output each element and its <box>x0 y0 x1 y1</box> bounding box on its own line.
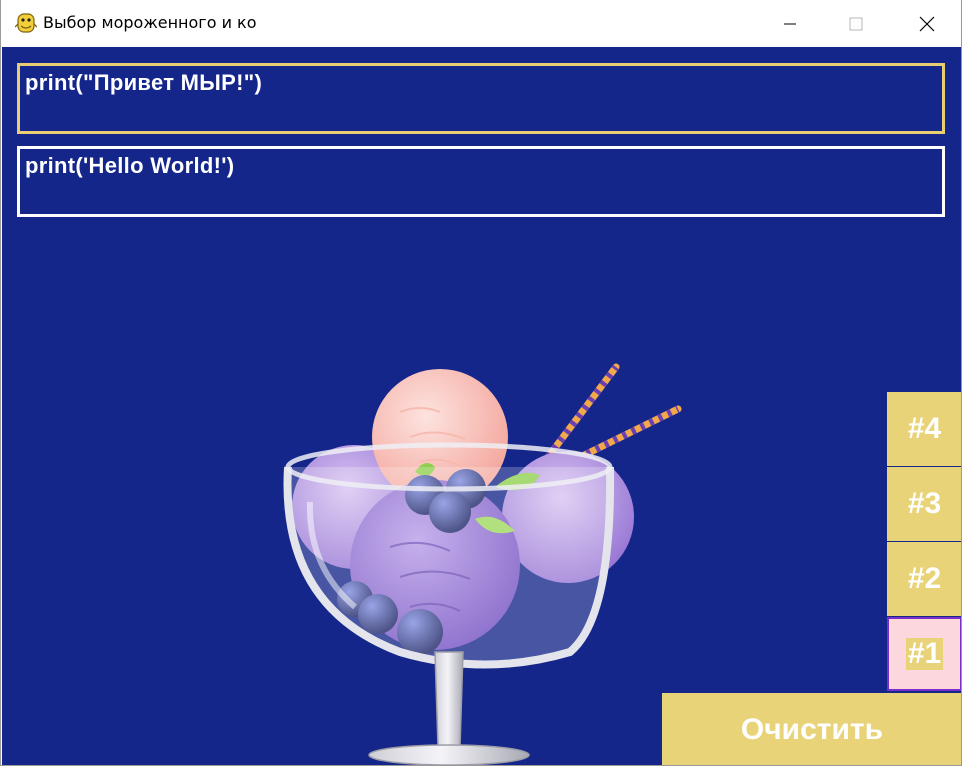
maximize-icon <box>849 17 863 30</box>
title-bar[interactable]: Выбор мороженного и ко <box>1 0 961 47</box>
main-canvas: print("Привет МЫР!") print('Hello World!… <box>2 47 961 765</box>
code-input-1[interactable]: print("Привет МЫР!") <box>17 63 945 134</box>
tab-1[interactable]: #1 <box>887 617 961 691</box>
maximize-button[interactable] <box>833 0 879 47</box>
tab-2[interactable]: #2 <box>887 542 961 616</box>
minimize-button[interactable] <box>767 0 813 47</box>
app-window: Выбор мороженного и ко print("Привет МЫР… <box>0 0 962 766</box>
code-input-2[interactable]: print('Hello World!') <box>17 146 945 217</box>
tab-3[interactable]: #3 <box>887 467 961 541</box>
window-title: Выбор мороженного и ко <box>43 13 257 32</box>
minimize-icon <box>784 23 796 24</box>
ice-cream-sundae-icon <box>283 363 682 765</box>
close-button[interactable] <box>904 0 950 47</box>
close-icon <box>919 16 935 31</box>
python-snake-icon <box>15 13 37 33</box>
tab-1-label: #1 <box>905 637 944 670</box>
clear-button[interactable]: Очистить <box>662 693 961 765</box>
tab-4[interactable]: #4 <box>887 392 961 466</box>
